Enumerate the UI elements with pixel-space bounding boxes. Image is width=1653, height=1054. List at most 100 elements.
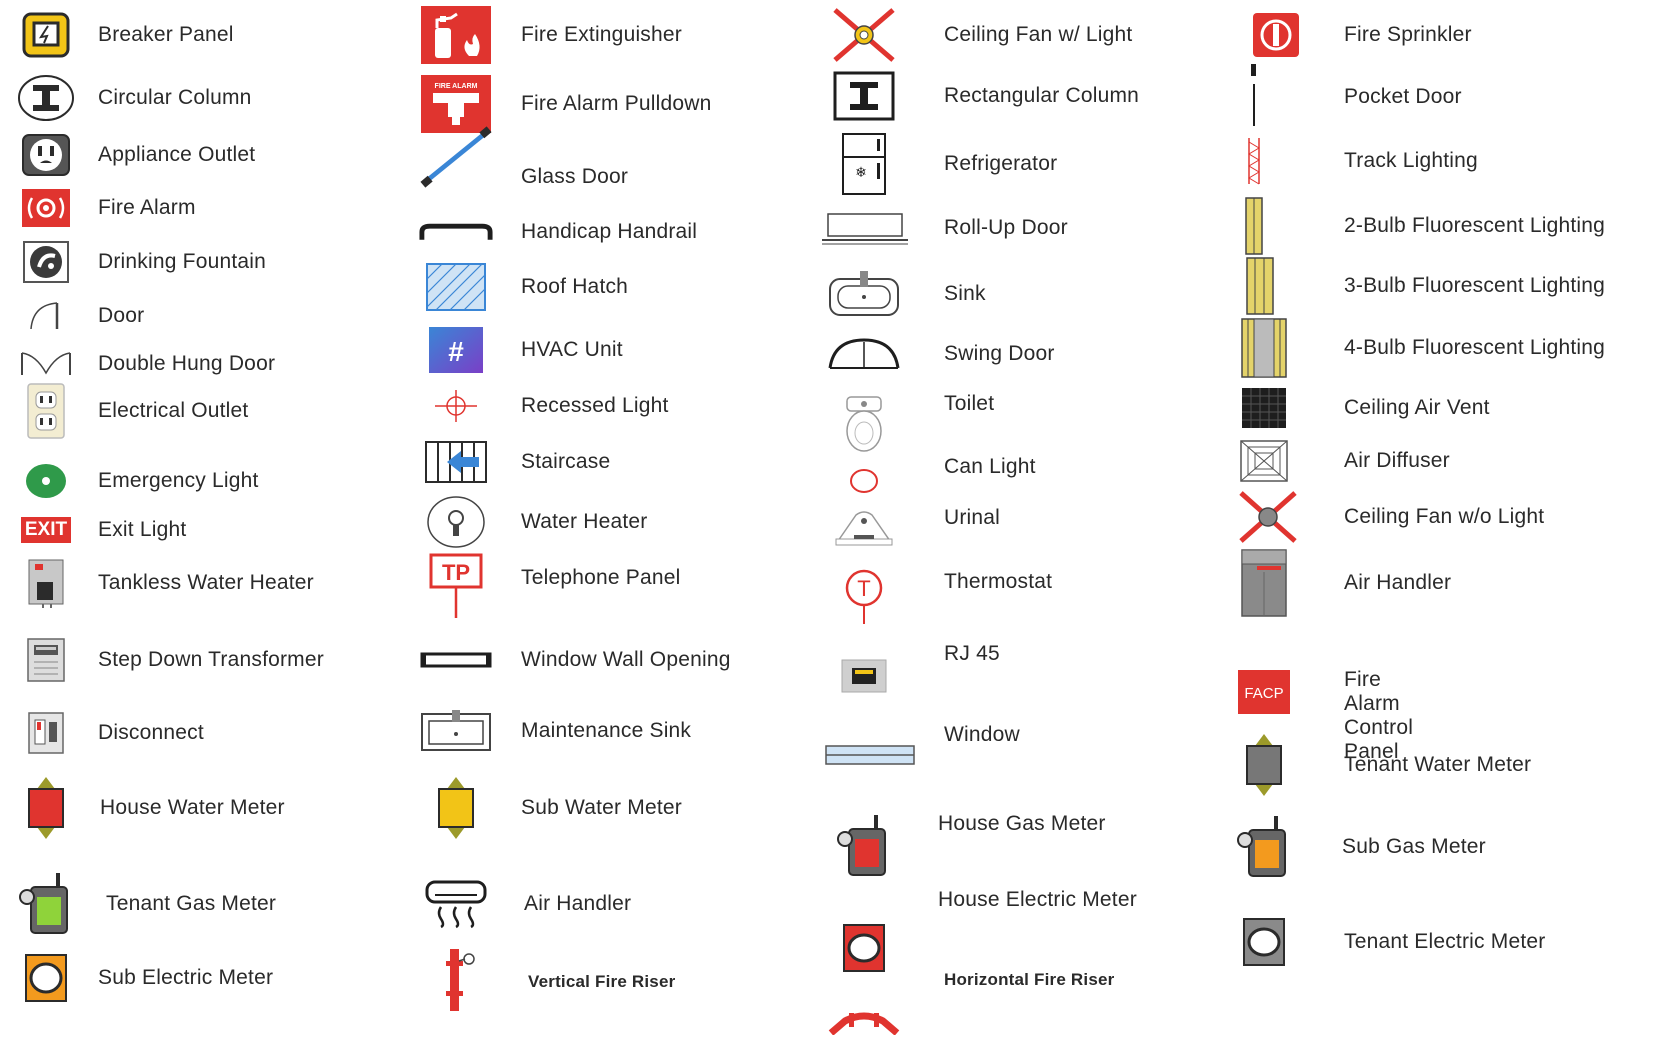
telephone-panel-icon: TP (418, 552, 494, 620)
legend-label: Tenant Water Meter (1344, 753, 1532, 776)
svg-text:#: # (448, 336, 464, 367)
sub-electric-meter-icon (8, 944, 84, 1012)
legend-label: Staircase (521, 450, 611, 473)
legend-label: Air Diffuser (1344, 449, 1450, 472)
legend-label: House Electric Meter (938, 888, 1137, 911)
legend-label: Fire Alarm Pulldown (521, 92, 712, 115)
legend-label: Tenant Electric Meter (1344, 930, 1546, 953)
legend-label: Glass Door (521, 165, 629, 188)
track-lighting-icon (1216, 127, 1292, 195)
legend-label: Window (944, 723, 1020, 746)
legend-label: 4-Bulb Fluorescent Lighting (1344, 336, 1606, 359)
air-handler-unit-icon (418, 870, 494, 938)
tenant-gas-meter-icon (8, 870, 84, 938)
electrical-outlet-icon (8, 377, 84, 445)
tankless-water-heater-icon (8, 549, 84, 617)
vertical-fire-riser-icon (418, 946, 494, 1014)
house-water-meter-icon (8, 774, 84, 842)
urinal-icon (826, 494, 902, 562)
legend-label: Emergency Light (98, 469, 259, 492)
tenant-electric-meter-icon (1226, 908, 1302, 976)
legend-label: Horizontal Fire Riser (944, 970, 1115, 989)
legend-label: 2-Bulb Fluorescent Lighting (1344, 214, 1606, 237)
roll-up-door-icon (820, 194, 910, 262)
step-down-transformer-icon (8, 626, 84, 694)
breaker-panel-icon (8, 1, 84, 69)
horizontal-fire-riser-icon (826, 986, 902, 1054)
fire-sprinkler-icon (1238, 1, 1314, 69)
legend-label: Fire Alarm (98, 196, 196, 219)
legend-label: Fire Sprinkler (1344, 23, 1472, 46)
svg-text:❄: ❄ (855, 165, 867, 181)
legend-label: Circular Column (98, 86, 252, 109)
roof-hatch-icon (418, 253, 494, 321)
legend-label: Tenant Gas Meter (106, 892, 277, 915)
legend-label: Ceiling Fan w/o Light (1344, 505, 1545, 528)
legend-label: Disconnect (98, 721, 204, 744)
legend-label: House Gas Meter (938, 812, 1106, 835)
legend-label: Double Hung Door (98, 352, 276, 375)
legend-label: House Water Meter (100, 796, 285, 819)
rectangular-column-icon (826, 62, 902, 130)
legend-label: Appliance Outlet (98, 143, 256, 166)
maintenance-sink-icon (418, 697, 494, 765)
legend-label: Roll-Up Door (944, 216, 1068, 239)
legend-label: Breaker Panel (98, 23, 234, 46)
legend-label: Can Light (944, 455, 1036, 478)
legend-label: Fire Extinguisher (521, 23, 682, 46)
legend-label: Thermostat (944, 570, 1053, 593)
ceiling-fan-light-icon (826, 1, 902, 69)
legend-label: Pocket Door (1344, 85, 1462, 108)
fire-extinguisher-icon (418, 1, 494, 69)
legend-label: Door (98, 304, 145, 327)
legend-label: HVAC Unit (521, 338, 623, 361)
legend-label: Roof Hatch (521, 275, 629, 298)
window-icon (822, 721, 918, 789)
legend-label: Tankless Water Heater (98, 571, 314, 594)
rj45-icon (826, 642, 902, 710)
symbol-legend: Breaker Panel Circular Column Appliance … (0, 0, 1653, 1051)
legend-label: Air Handler (1344, 571, 1452, 594)
tenant-water-meter-icon (1226, 731, 1302, 799)
legend-label: Ceiling Fan w/ Light (944, 23, 1133, 46)
legend-label: Sink (944, 282, 986, 305)
legend-label: Maintenance Sink (521, 719, 692, 742)
legend-label: Recessed Light (521, 394, 669, 417)
legend-label: 3-Bulb Fluorescent Lighting (1344, 274, 1606, 297)
two-bulb-fluorescent-icon (1216, 192, 1292, 260)
legend-label: Sub Water Meter (521, 796, 682, 819)
sub-water-meter-icon (418, 774, 494, 842)
four-bulb-fluorescent-icon (1226, 314, 1302, 382)
refrigerator-icon: ❄ (826, 130, 902, 198)
house-electric-meter-icon (826, 914, 902, 982)
legend-label: Water Heater (521, 510, 648, 533)
legend-label: Sub Electric Meter (98, 966, 274, 989)
ceiling-fan-no-light-icon (1230, 483, 1306, 551)
house-gas-meter-icon (826, 812, 902, 880)
sink-icon (826, 260, 902, 328)
legend-label: Urinal (944, 506, 1001, 529)
window-wall-opening-icon (418, 626, 494, 694)
legend-label: Air Handler (524, 892, 632, 915)
svg-text:FACP: FACP (1244, 685, 1283, 702)
three-bulb-fluorescent-icon (1222, 252, 1298, 320)
svg-text:FIRE ALARM: FIRE ALARM (435, 83, 478, 90)
air-handler-icon (1226, 549, 1302, 617)
disconnect-icon (8, 699, 84, 767)
pocket-door-icon (1216, 63, 1292, 131)
legend-label: Swing Door (944, 342, 1055, 365)
legend-label: Ceiling Air Vent (1344, 396, 1490, 419)
legend-label: Window Wall Opening (521, 648, 731, 671)
legend-label: Handicap Handrail (521, 220, 698, 243)
legend-label: Telephone Panel (521, 566, 681, 589)
legend-label: RJ 45 (944, 642, 1000, 665)
water-heater-icon (418, 488, 494, 556)
legend-label: Toilet (944, 392, 995, 415)
sub-gas-meter-icon (1226, 813, 1302, 881)
svg-text:TP: TP (442, 560, 470, 585)
legend-label: Exit Light (98, 518, 187, 541)
thermostat-icon: T (826, 562, 902, 630)
fire-alarm-control-panel-icon: FACP (1226, 658, 1302, 726)
staircase-icon (418, 428, 494, 496)
legend-label: Electrical Outlet (98, 399, 249, 422)
